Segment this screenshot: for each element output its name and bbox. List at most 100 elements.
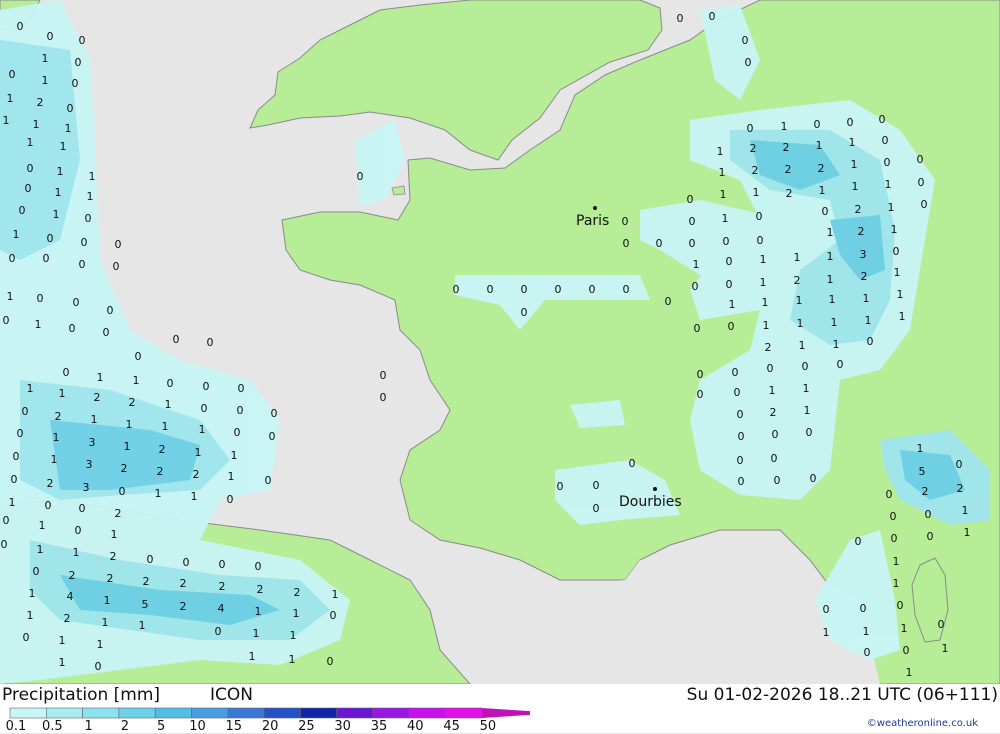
svg-text:0: 0 [629,457,636,470]
svg-text:1: 1 [769,384,776,397]
svg-text:0: 0 [732,366,739,379]
color-scale-swatch [408,707,446,719]
svg-text:5: 5 [919,465,926,478]
svg-text:1: 1 [823,626,830,639]
svg-text:1: 1 [253,627,260,640]
svg-text:2: 2 [765,341,772,354]
color-scale-arrow [481,708,530,718]
svg-text:0: 0 [3,314,10,327]
svg-text:2: 2 [818,162,825,175]
svg-text:2: 2 [107,572,114,585]
svg-text:0: 0 [69,322,76,335]
svg-text:0: 0 [33,565,40,578]
svg-text:1: 1 [13,228,20,241]
svg-text:1: 1 [831,316,838,329]
svg-text:1: 1 [27,136,34,149]
svg-text:1: 1 [803,382,810,395]
city-label-dourbies: Dourbies [619,494,682,510]
svg-text:0: 0 [79,502,86,515]
svg-text:1: 1 [42,74,49,87]
map-area[interactable]: 0 0 0 1 0 0 1 0 1 2 0 1 1 1 1 1 0 1 1 0 1 1 0 1 0 1 0 0 0 0 0 0 0 1… [0,0,1000,684]
svg-text:0: 0 [19,204,26,217]
svg-text:0: 0 [3,514,10,527]
svg-text:1: 1 [124,440,131,453]
credit-link[interactable]: ©weatheronline.co.uk [867,718,978,729]
svg-text:0: 0 [886,488,893,501]
svg-text:2: 2 [257,583,264,596]
svg-text:0: 0 [135,350,142,363]
svg-text:1: 1 [888,201,895,214]
svg-text:1: 1 [53,431,60,444]
svg-text:1: 1 [255,605,262,618]
svg-text:2: 2 [785,163,792,176]
svg-text:0: 0 [879,113,886,126]
color-scale-tick-label: 40 [407,719,424,734]
svg-text:0: 0 [697,388,704,401]
svg-text:1: 1 [55,186,62,199]
svg-text:0: 0 [847,116,854,129]
svg-text:1: 1 [53,208,60,221]
svg-text:0: 0 [203,380,210,393]
svg-text:1: 1 [37,543,44,556]
legend-bar: Precipitation [mm] ICON Su 01-02-2026 18… [0,684,1000,734]
svg-text:0: 0 [67,102,74,115]
svg-text:1: 1 [804,404,811,417]
svg-text:1: 1 [827,226,834,239]
svg-text:1: 1 [139,619,146,632]
svg-text:1: 1 [819,184,826,197]
svg-text:1: 1 [133,374,140,387]
svg-text:1: 1 [897,288,904,301]
svg-text:0: 0 [25,182,32,195]
svg-text:0: 0 [521,283,528,296]
svg-text:1: 1 [893,555,900,568]
svg-text:2: 2 [37,96,44,109]
svg-text:0: 0 [893,245,900,258]
svg-text:1: 1 [29,587,36,600]
svg-text:1: 1 [827,273,834,286]
city-marker-dourbies[interactable] [652,486,660,494]
svg-text:0: 0 [72,77,79,90]
svg-text:2: 2 [180,600,187,613]
svg-text:0: 0 [593,502,600,515]
svg-text:2: 2 [922,485,929,498]
svg-text:1: 1 [87,190,94,203]
svg-text:0: 0 [107,304,114,317]
svg-text:0: 0 [738,475,745,488]
city-label-paris: Paris [576,213,610,229]
svg-text:1: 1 [289,653,296,666]
svg-text:1: 1 [51,453,58,466]
svg-text:0: 0 [22,405,29,418]
svg-text:1: 1 [833,338,840,351]
svg-text:2: 2 [294,586,301,599]
svg-text:2: 2 [786,187,793,200]
color-scale-swatch [227,707,265,719]
svg-text:0: 0 [173,333,180,346]
svg-text:0: 0 [747,122,754,135]
svg-text:0: 0 [734,386,741,399]
svg-text:0: 0 [891,532,898,545]
svg-text:0: 0 [723,235,730,248]
svg-text:0: 0 [27,162,34,175]
svg-text:1: 1 [753,186,760,199]
svg-text:0: 0 [774,474,781,487]
svg-text:1: 1 [7,290,14,303]
city-marker-paris[interactable] [592,205,600,213]
svg-text:0: 0 [45,499,52,512]
color-scale-swatch [45,707,83,719]
svg-text:3: 3 [89,436,96,449]
svg-text:0: 0 [726,255,733,268]
color-scale-tick-label: 15 [225,719,243,734]
svg-text:3: 3 [86,458,93,471]
svg-text:0: 0 [864,646,871,659]
svg-text:2: 2 [180,577,187,590]
svg-text:0: 0 [380,369,387,382]
svg-text:0: 0 [453,283,460,296]
svg-text:4: 4 [218,602,225,615]
svg-text:0: 0 [884,156,891,169]
svg-text:2: 2 [143,575,150,588]
svg-text:2: 2 [157,465,164,478]
svg-text:1: 1 [917,442,924,455]
svg-text:0: 0 [593,479,600,492]
svg-text:0: 0 [9,252,16,265]
svg-text:0: 0 [557,480,564,493]
